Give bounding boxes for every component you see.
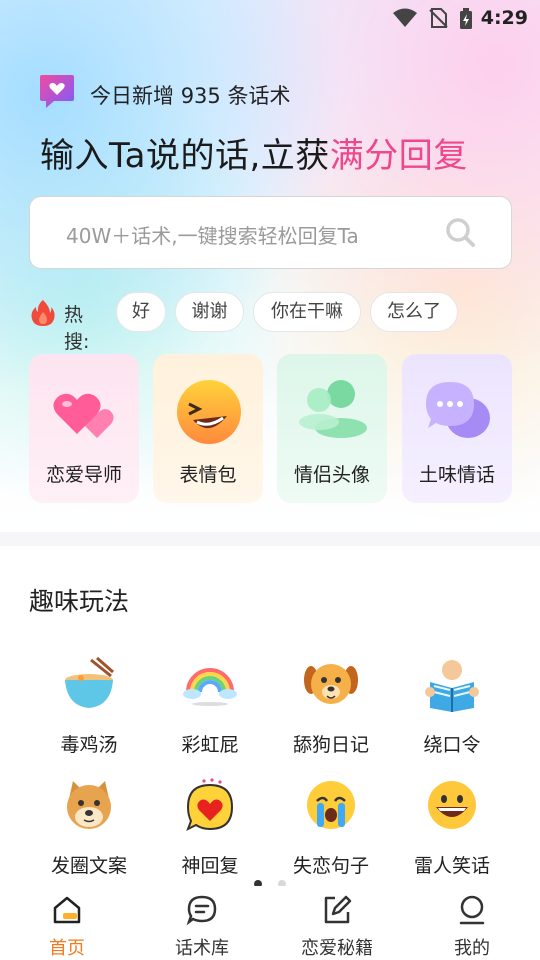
hot-tag[interactable]: 谢谢 [175, 292, 244, 332]
fun-item-label: 神回复 [181, 855, 239, 877]
fun-section-title: 趣味玩法 [29, 587, 130, 616]
fun-item-moments-copy[interactable]: 发圈文案 [29, 777, 149, 878]
tab-profile[interactable]: 我的 [412, 894, 532, 960]
fun-item-label: 失恋句子 [292, 855, 369, 877]
no-sim-icon [429, 8, 448, 28]
fun-item-heartbreak-quotes[interactable]: 失恋句子 [271, 777, 391, 878]
tab-label: 首页 [49, 938, 85, 959]
noodle-bowl-icon [65, 656, 114, 708]
hearts-icon [53, 393, 114, 438]
feature-emoji-pack[interactable]: 表情包 [153, 354, 263, 503]
fun-item-dog-diary[interactable]: 舔狗日记 [271, 656, 391, 757]
new-count: 935 [180, 84, 221, 108]
fun-item-label: 毒鸡汤 [60, 734, 118, 756]
fun-item-label: 雷人笑话 [413, 855, 490, 877]
hot-tag[interactable]: 你在干嘛 [253, 292, 361, 332]
headline-highlight: 满分回复 [329, 136, 468, 176]
fun-item-rainbow[interactable]: 彩虹屁 [150, 656, 270, 757]
status-bar: 4:29 [0, 0, 540, 36]
wifi-icon [393, 8, 417, 27]
tab-label: 恋爱秘籍 [301, 938, 373, 959]
doge-icon [67, 781, 111, 829]
laughing-face-icon [177, 380, 241, 444]
search-placeholder: 40W＋话术,一键搜索轻松回复Ta [66, 224, 359, 248]
dog-face-icon [304, 664, 358, 704]
fun-item-soup[interactable]: 毒鸡汤 [29, 656, 149, 757]
heart-bubble-icon [186, 778, 234, 832]
tab-home[interactable]: 首页 [7, 894, 127, 960]
feature-sweet-talk[interactable]: 土味情话 [402, 354, 512, 503]
hot-tag[interactable]: 怎么了 [370, 292, 458, 332]
battery-icon [460, 8, 472, 29]
fun-item-jokes[interactable]: 雷人笑话 [392, 777, 512, 878]
tab-label: 话术库 [175, 938, 229, 959]
crying-face-icon [307, 781, 355, 829]
grinning-face-icon [428, 781, 476, 829]
fun-item-label: 彩虹屁 [181, 734, 239, 756]
edit-icon [324, 895, 352, 924]
reading-book-icon [425, 660, 479, 712]
profile-icon [459, 895, 485, 925]
tab-love-guide[interactable]: 恋爱秘籍 [277, 894, 397, 960]
feature-label: 土味情话 [418, 464, 495, 486]
headline-main: 输入Ta说的话,立获 [40, 136, 330, 176]
feature-label: 表情包 [179, 464, 237, 486]
fire-icon [31, 300, 55, 326]
new-suffix: 条话术 [227, 84, 291, 108]
bottom-tab-bar: 首页 话术库 恋爱秘籍 我的 [0, 886, 540, 960]
feature-love-mentor[interactable]: 恋爱导师 [29, 354, 139, 503]
fun-item-tongue-twister[interactable]: 绕口令 [392, 656, 512, 757]
chat-icon [186, 895, 217, 926]
hot-tag[interactable]: 好 [116, 292, 166, 332]
fun-item-label: 绕口令 [423, 734, 481, 756]
feature-label: 情侣头像 [293, 464, 370, 486]
search-box[interactable]: 40W＋话术,一键搜索轻松回复Ta [29, 196, 512, 269]
daily-new-count: 今日新增 935 条话术 [90, 80, 290, 110]
rainbow-icon [183, 668, 237, 706]
chat-bubbles-icon [426, 382, 490, 438]
new-prefix: 今日新增 [90, 84, 174, 108]
feature-couple-avatar[interactable]: 情侣头像 [277, 354, 387, 503]
tab-phrases[interactable]: 话术库 [142, 894, 262, 960]
fun-item-divine-reply[interactable]: 神回复 [150, 777, 270, 878]
app-logo-icon [40, 75, 74, 108]
tab-label: 我的 [454, 938, 490, 959]
hot-search-label: 热搜: [64, 304, 90, 353]
status-time: 4:29 [480, 7, 528, 29]
search-icon[interactable] [445, 217, 477, 249]
home-icon [53, 896, 81, 924]
fun-item-label: 发圈文案 [50, 855, 127, 877]
fun-item-label: 舔狗日记 [292, 734, 369, 756]
couple-avatar-icon [299, 380, 367, 438]
headline: 输入Ta说的话,立获满分回复 [40, 128, 468, 177]
feature-label: 恋爱导师 [45, 464, 122, 486]
